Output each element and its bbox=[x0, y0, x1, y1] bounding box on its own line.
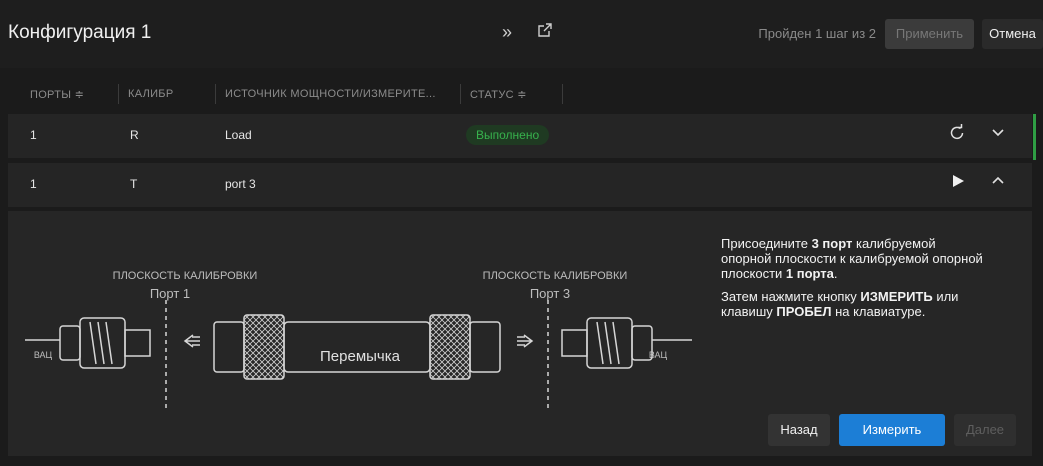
instruction-text: . bbox=[833, 266, 838, 281]
instruction-text: на клавиатуре. bbox=[831, 304, 926, 319]
instruction-key-emphasis: ИЗМЕРИТЬ bbox=[860, 289, 933, 304]
chevron-up-icon[interactable] bbox=[990, 173, 1006, 194]
table-row[interactable]: 1 T port 3 bbox=[8, 163, 1032, 207]
status-badge: Выполнено bbox=[466, 125, 550, 145]
row-source: port 3 bbox=[225, 177, 256, 191]
instruction-text: Присоедините bbox=[721, 236, 812, 251]
column-header-standard[interactable]: КАЛИБР bbox=[128, 88, 173, 100]
instruction-port-emphasis: 1 порта bbox=[785, 266, 834, 281]
header-bar: Конфигурация 1 » Пройден 1 шаг из 2 Прим… bbox=[0, 0, 1043, 68]
apply-button[interactable]: Применить bbox=[885, 19, 974, 49]
instructions-text: Присоедините 3 порт калибруемой опорной … bbox=[721, 236, 986, 327]
instruction-port-emphasis: 3 порт bbox=[811, 236, 853, 251]
column-divider bbox=[118, 84, 119, 104]
row-active-indicator bbox=[1033, 114, 1036, 160]
row-port: 1 bbox=[30, 177, 37, 191]
instruction-key-emphasis: ПРОБЕЛ bbox=[776, 304, 832, 319]
refresh-icon[interactable] bbox=[948, 124, 966, 147]
row-standard: T bbox=[130, 177, 138, 191]
column-divider bbox=[460, 84, 461, 104]
next-button[interactable]: Далее bbox=[954, 414, 1016, 446]
row-standard: R bbox=[130, 128, 139, 142]
column-divider bbox=[215, 84, 216, 104]
row-port: 1 bbox=[30, 128, 37, 142]
play-icon[interactable] bbox=[950, 173, 966, 194]
open-external-icon[interactable] bbox=[537, 22, 553, 43]
instruction-paragraph-2: Затем нажмите кнопку ИЗМЕРИТЬ или клавиш… bbox=[721, 289, 986, 319]
table-row[interactable]: 1 R Load Выполнено bbox=[8, 114, 1032, 158]
chevron-down-icon[interactable] bbox=[990, 124, 1006, 145]
page-title: Конфигурация 1 bbox=[8, 22, 152, 43]
instruction-paragraph-1: Присоедините 3 порт калибруемой опорной … bbox=[721, 236, 986, 281]
diagram-drawing bbox=[25, 300, 692, 410]
column-divider bbox=[562, 84, 563, 104]
back-button[interactable]: Назад bbox=[768, 414, 830, 446]
double-chevron-right-icon[interactable]: » bbox=[502, 22, 512, 43]
instruction-text: Затем нажмите кнопку bbox=[721, 289, 861, 304]
cancel-button[interactable]: Отмена bbox=[982, 19, 1043, 49]
measure-button[interactable]: Измерить bbox=[839, 414, 945, 446]
step-progress-text: Пройден 1 шаг из 2 bbox=[758, 26, 876, 41]
connection-diagram: ПЛОСКОСТЬ КАЛИБРОВКИ Порт 1 ПЛОСКОСТЬ КА… bbox=[10, 260, 710, 420]
column-header-status[interactable]: СТАТУС ≑ bbox=[470, 88, 527, 101]
row-source: Load bbox=[225, 128, 252, 142]
column-header-ports[interactable]: ПОРТЫ ≑ bbox=[30, 88, 84, 101]
column-header-source[interactable]: ИСТОЧНИК МОЩНОСТИ/ИЗМЕРИТЕ... bbox=[225, 88, 436, 100]
